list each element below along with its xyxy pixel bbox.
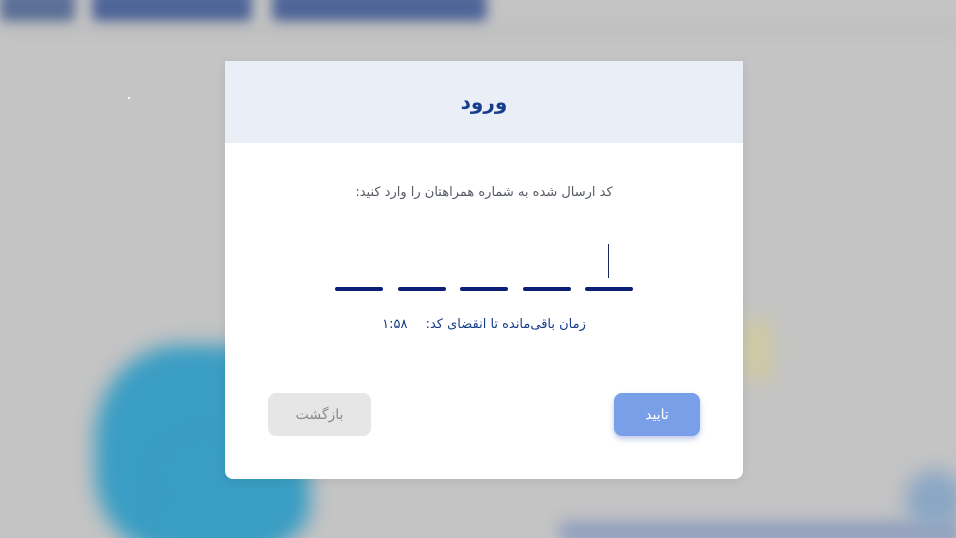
otp-digit-2[interactable] xyxy=(522,241,571,293)
otp-digit-5[interactable] xyxy=(335,241,383,293)
otp-underline xyxy=(585,287,633,291)
timer-label: زمان باقی‌مانده تا انقضای کد: xyxy=(425,317,586,332)
timer-value: ۱:۵۸ xyxy=(382,317,408,332)
background-divider xyxy=(0,28,956,32)
otp-underline xyxy=(397,287,446,291)
background-footer-bar xyxy=(560,522,956,538)
otp-input-group xyxy=(335,241,633,293)
background-map-region xyxy=(742,320,772,380)
text-caret xyxy=(608,244,609,278)
expiry-timer: زمان باقی‌مانده تا انقضای کد: ۱:۵۸ xyxy=(225,317,743,332)
otp-digit-3[interactable] xyxy=(460,241,508,293)
confirm-button[interactable]: تایید xyxy=(614,393,700,436)
otp-underline xyxy=(460,287,508,291)
otp-digit-1[interactable] xyxy=(585,241,633,293)
dialog-title: ورود xyxy=(460,90,508,114)
otp-underline xyxy=(522,287,571,291)
background-nav-bar xyxy=(0,0,75,22)
back-button[interactable]: بازگشت xyxy=(268,393,371,436)
background-floating-button xyxy=(905,470,956,530)
otp-digit-4[interactable] xyxy=(397,241,446,293)
login-otp-dialog: ورود کد ارسال شده به شماره همراهتان را و… xyxy=(225,61,743,479)
otp-instruction: کد ارسال شده به شماره همراهتان را وارد ک… xyxy=(355,185,613,200)
background-nav-bar xyxy=(272,0,487,22)
otp-underline xyxy=(335,287,383,291)
background-nav-bar xyxy=(92,0,252,22)
background-dot xyxy=(128,97,130,99)
dialog-header: ورود xyxy=(225,61,743,143)
